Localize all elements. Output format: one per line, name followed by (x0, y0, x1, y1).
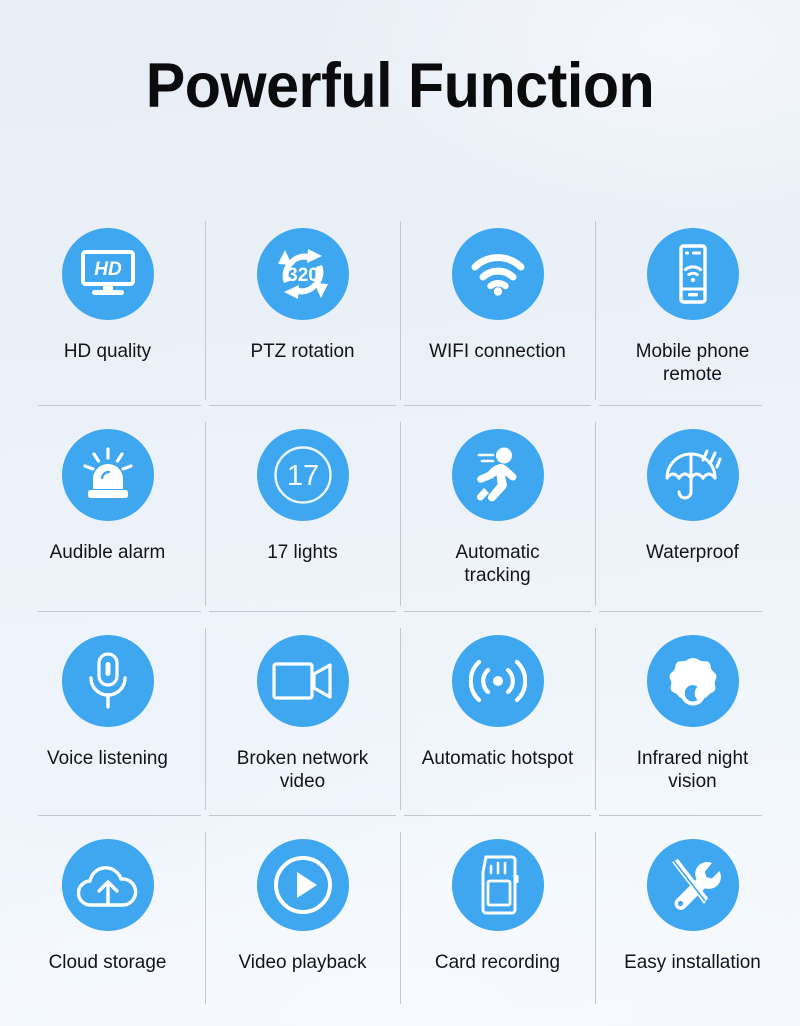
hotspot-signal-icon (451, 635, 544, 727)
lights-count-icon: 17 (256, 429, 349, 521)
feature-label: Infrared night vision (636, 747, 749, 792)
feature-cell-cloud-storage[interactable]: Cloud storage (10, 816, 205, 1010)
feature-label: Automatic tracking (455, 541, 540, 586)
video-camera-icon (256, 635, 349, 727)
feature-label: Mobile phone remote (635, 340, 750, 385)
feature-cell-ptz-rotation[interactable]: 320 PTZ rotation (205, 205, 400, 406)
night-vision-dome-icon (646, 635, 739, 727)
feature-label: WIFI connection (429, 340, 566, 362)
feature-label: Easy installation (624, 951, 761, 973)
feature-grid: HD HD quality 320 PTZ rotation WIFI conn… (10, 205, 790, 1010)
feature-label: Cloud storage (48, 951, 167, 973)
mobile-phone-wifi-icon (646, 228, 739, 320)
feature-cell-automatic-hotspot[interactable]: Automatic hotspot (400, 612, 595, 816)
svg-text:320: 320 (287, 265, 319, 286)
feature-cell-voice-listening[interactable]: Voice listening (10, 612, 205, 816)
feature-label: Card recording (434, 951, 561, 973)
feature-cell-mobile-phone-remote[interactable]: Mobile phone remote (595, 205, 790, 406)
cloud-upload-icon (61, 839, 154, 931)
feature-label: Automatic hotspot (421, 747, 574, 769)
feature-cell-waterproof[interactable]: Waterproof (595, 406, 790, 612)
feature-label: Broken network video (236, 747, 369, 792)
running-person-icon (451, 429, 544, 521)
feature-label: Waterproof (646, 541, 739, 563)
feature-cell-automatic-tracking[interactable]: Automatic tracking (400, 406, 595, 612)
wifi-icon (451, 228, 544, 320)
feature-label: Voice listening (47, 747, 168, 769)
feature-cell-card-recording[interactable]: Card recording (400, 816, 595, 1010)
svg-text:HD: HD (94, 259, 122, 280)
feature-cell-easy-installation[interactable]: Easy installation (595, 816, 790, 1010)
feature-label: HD quality (63, 340, 152, 362)
svg-text:17: 17 (286, 460, 318, 492)
hd-monitor-icon: HD (61, 228, 154, 320)
feature-label: Video playback (238, 951, 367, 973)
feature-cell-video-playback[interactable]: Video playback (205, 816, 400, 1010)
microphone-icon (61, 635, 154, 727)
play-circle-icon (256, 839, 349, 931)
feature-label: Audible alarm (49, 541, 166, 563)
feature-label: 17 lights (267, 541, 338, 563)
feature-cell-infrared-night-vision[interactable]: Infrared night vision (595, 612, 790, 816)
feature-poster: Powerful Function HD HD quality 320 PTZ … (0, 0, 800, 1026)
feature-cell-wifi-connection[interactable]: WIFI connection (400, 205, 595, 406)
ptz-rotation-icon: 320 (256, 228, 349, 320)
umbrella-rain-icon (646, 429, 739, 521)
page-title: Powerful Function (145, 51, 655, 121)
feature-cell-hd-quality[interactable]: HD HD quality (10, 205, 205, 406)
feature-cell-broken-network-video[interactable]: Broken network video (205, 612, 400, 816)
feature-cell-audible-alarm[interactable]: Audible alarm (10, 406, 205, 612)
siren-alarm-icon (61, 429, 154, 521)
feature-label: PTZ rotation (250, 340, 355, 362)
wrench-screwdriver-icon (646, 839, 739, 931)
feature-cell-17-lights[interactable]: 17 17 lights (205, 406, 400, 612)
sd-card-icon (451, 839, 544, 931)
